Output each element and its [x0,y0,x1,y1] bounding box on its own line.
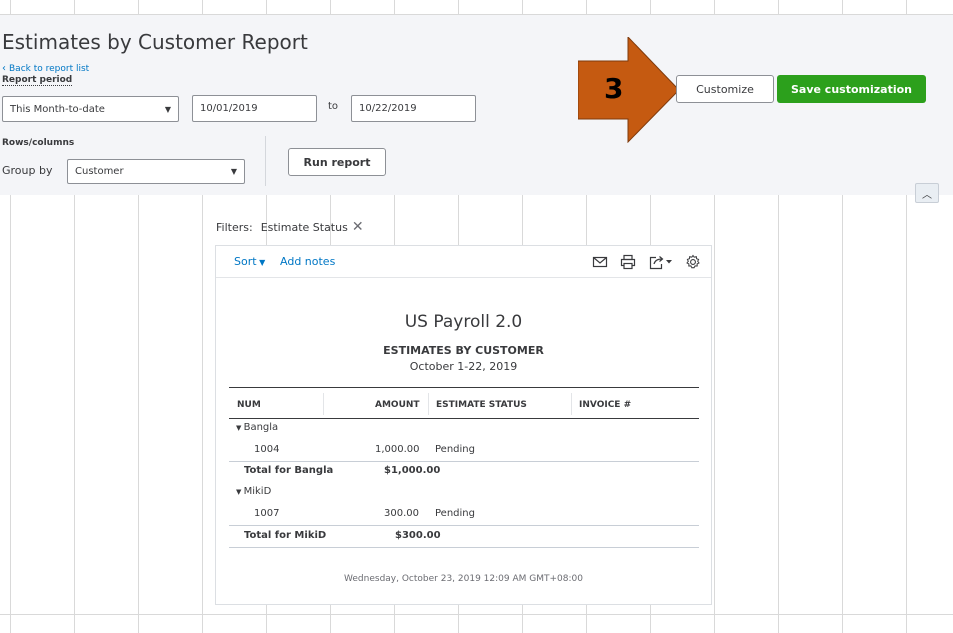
page-title: Estimates by Customer Report [2,30,308,54]
row-divider [229,461,699,462]
group-total-label: Total for MikiD [244,530,327,541]
caret-down-icon: ▼ [164,104,171,114]
column-header-amount[interactable]: AMOUNT [375,400,420,410]
table-cell-amount: 300.00 [384,508,419,519]
report-footer-timestamp: Wednesday, October 23, 2019 12:09 AM GMT… [344,574,583,584]
group-by-value: Customer [75,166,124,177]
export-icon[interactable] [648,254,674,270]
print-icon[interactable] [620,254,636,270]
filter-chip-label: Estimate Status [260,220,348,234]
table-cell-status: Pending [435,444,475,455]
close-icon[interactable]: ✕ [352,219,364,235]
caret-down-icon: ▼ [256,258,266,267]
gear-icon[interactable] [685,254,701,270]
filters-bar: Filters: Estimate Status ✕ [216,219,364,235]
row-divider [229,525,699,526]
group-by-label: Group by [2,164,53,177]
callout-arrow [578,37,680,143]
report-card: Sort ▼ Add notes US Payroll 2.0 ESTIMATE… [215,245,712,605]
mail-icon[interactable] [592,254,608,270]
group-total-label: Total for Bangla [244,465,334,476]
table-cell-status: Pending [435,508,475,519]
back-link-label: Back to report list [9,64,90,74]
caret-down-icon: ▼ [236,424,244,432]
report-period-select[interactable]: This Month-to-date ▼ [2,96,179,122]
column-divider [323,393,324,415]
table-top-rule [229,387,699,388]
collapse-header-button[interactable]: ︿ [915,183,939,203]
report-toolbar: Sort ▼ Add notes [216,246,711,278]
report-date-range: October 1-22, 2019 [409,360,518,373]
sort-button[interactable]: Sort ▼ [234,255,265,268]
group-row-bangla[interactable]: ▼ Bangla [236,422,278,433]
header-divider [265,136,266,186]
column-header-invoice[interactable]: INVOICE # [579,400,631,410]
run-report-button[interactable]: Run report [288,148,386,176]
report-period-value: This Month-to-date [10,103,105,115]
report-period-label: Report period [2,75,73,86]
company-name: US Payroll 2.0 [404,312,523,332]
column-header-estimate-status[interactable]: ESTIMATE STATUS [436,400,527,410]
table-cell-amount: 1,000.00 [375,444,420,455]
group-total-amount: $300.00 [395,530,441,541]
date-from-input[interactable]: 10/01/2019 [192,95,317,122]
group-by-select[interactable]: Customer ▼ [67,159,245,184]
table-cell-num: 1007 [254,508,280,519]
filters-label: Filters: [216,220,253,234]
column-divider [428,393,429,415]
column-header-num[interactable]: NUM [237,400,261,410]
back-to-report-list-link[interactable]: ‹ Back to report list [2,63,89,74]
rows-columns-label: Rows/columns [2,138,75,148]
table-cell-num: 1004 [254,444,280,455]
table-header-rule [229,418,699,419]
report-title: ESTIMATES BY CUSTOMER [383,344,544,357]
group-total-amount: $1,000.00 [384,465,441,476]
date-to-input[interactable]: 10/22/2019 [351,95,476,122]
callout-number: 3 [604,72,624,105]
group-name: Bangla [243,422,279,433]
chevron-left-icon: ‹ [2,63,6,74]
group-row-mikid[interactable]: ▼ MikiD [236,486,271,497]
sort-label: Sort [234,255,257,268]
row-divider [229,547,699,548]
chevron-up-icon: ︿ [922,189,932,201]
caret-down-icon: ▼ [230,167,237,176]
caret-down-icon: ▼ [236,488,244,496]
customize-button[interactable]: Customize [676,75,774,103]
save-customization-button[interactable]: Save customization [777,75,926,103]
group-name: MikiD [243,486,272,497]
column-divider [571,393,572,415]
add-notes-button[interactable]: Add notes [280,255,335,268]
to-label: to [328,101,339,112]
